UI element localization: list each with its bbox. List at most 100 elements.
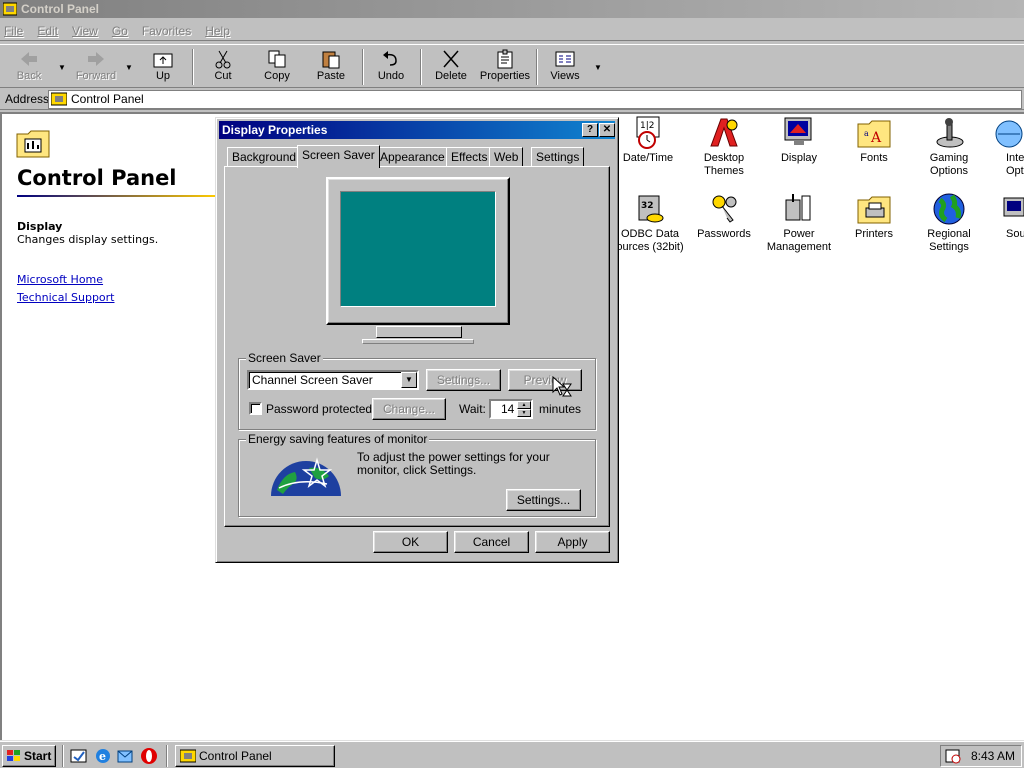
menu-go[interactable]: Go [112,24,128,38]
outlook-express-icon[interactable] [116,747,134,765]
sounds-icon [1003,197,1024,217]
selected-item-name: Display [17,220,63,233]
forward-dropdown-icon[interactable]: ▼ [125,63,133,72]
icon-odbc[interactable]: 32 ODBC Data ources (32bit) [608,192,692,254]
technical-support-link[interactable]: Technical Support [17,291,115,304]
undo-button[interactable]: Undo [368,47,414,87]
monitor-preview [326,177,510,325]
forward-button[interactable]: Forward [72,47,120,87]
date-time-icon: 1|2 [636,116,660,149]
busy-cursor-icon [552,376,572,397]
icon-fonts[interactable]: Aa Fonts [836,116,912,165]
tab-screen-saver[interactable]: Screen Saver [297,145,380,168]
chevron-down-icon[interactable]: ▼ [401,372,417,388]
wait-label: Wait: [459,402,486,416]
delete-button[interactable]: Delete [428,47,474,87]
delete-x-icon [443,50,459,68]
energy-group-label: Energy saving features of monitor [246,432,430,446]
forward-arrow-icon [88,52,104,66]
display-icon [784,117,812,145]
spinner-buttons[interactable]: ▲ ▼ [517,401,531,417]
copy-icon [268,50,286,68]
screen-saver-select[interactable]: Channel Screen Saver ▼ [247,370,419,390]
icon-internet-options[interactable]: Inter Opti [986,116,1024,178]
back-dropdown-icon[interactable]: ▼ [58,63,66,72]
address-field[interactable]: Control Panel [48,89,1022,109]
icon-display[interactable]: Display [761,116,837,165]
dialog-titlebar[interactable]: Display Properties ? ✕ [219,121,615,139]
wait-value: 14 [501,402,515,416]
title-divider [17,195,217,197]
address-bar: Address Control Panel [0,89,1024,110]
tab-effects[interactable]: Effects [446,147,493,167]
tab-appearance[interactable]: Appearance [375,147,450,167]
control-panel-icon [3,2,17,16]
paste-button[interactable]: Paste [308,47,354,87]
password-protected-label[interactable]: Password protected [266,402,372,416]
windows-logo-icon [7,750,20,761]
menu-view[interactable]: View [72,24,98,38]
cut-button[interactable]: Cut [200,47,246,87]
views-button[interactable]: Views [542,47,588,87]
monitor-base [362,339,474,344]
scheduler-icon[interactable] [945,748,961,764]
control-panel-icon [180,749,196,763]
up-button[interactable]: Up [140,47,186,87]
views-dropdown-icon[interactable]: ▼ [594,63,602,72]
wait-minutes-spinner[interactable]: 14 ▲ ▼ [489,399,533,419]
properties-icon [497,49,513,69]
task-control-panel[interactable]: Control Panel [175,745,335,767]
svg-text:a: a [864,129,869,138]
up-folder-icon [153,53,173,68]
copy-button[interactable]: Copy [254,47,300,87]
screensaver-settings-button[interactable]: Settings... [426,369,501,391]
energy-description: To adjust the power settings for your mo… [357,450,550,477]
icon-date-time[interactable]: 1|2 Date/Time [610,116,686,165]
icon-printers[interactable]: Printers [836,192,912,241]
icon-sounds[interactable]: Sou [986,192,1024,241]
show-desktop-icon[interactable] [70,747,88,765]
opera-icon[interactable] [140,747,158,765]
microsoft-home-link[interactable]: Microsoft Home [17,273,103,286]
window-titlebar[interactable]: Control Panel [0,0,1024,18]
screen-saver-group-label: Screen Saver [246,351,323,365]
password-protected-checkbox[interactable] [249,402,262,415]
icon-gaming-options[interactable]: Gaming Options [911,116,987,178]
views-icon [555,51,575,67]
minutes-label: minutes [539,402,582,416]
icon-label: Desktop Themes [703,152,745,177]
menu-file[interactable]: File [4,24,23,38]
help-button[interactable]: ? [582,123,598,137]
icon-passwords[interactable]: Passwords [686,192,762,241]
back-button[interactable]: Back [6,47,52,87]
gaming-options-icon [936,118,964,148]
menu-edit[interactable]: Edit [37,24,58,38]
address-value: Control Panel [71,92,144,106]
menu-favorites[interactable]: Favorites [142,24,191,38]
apply-button[interactable]: Apply [535,531,610,553]
ok-button[interactable]: OK [373,531,448,553]
spin-down-icon[interactable]: ▼ [517,409,531,417]
icon-power-management[interactable]: Power Management [761,192,837,254]
tab-web[interactable]: Web [489,147,524,167]
paste-icon [322,51,340,69]
change-password-button[interactable]: Change... [372,398,446,420]
tab-settings[interactable]: Settings [531,147,585,167]
control-panel-icon [51,92,67,106]
printers-icon [857,196,891,224]
cancel-button[interactable]: Cancel [454,531,529,553]
start-button[interactable]: Start [2,745,56,767]
start-label: Start [24,749,52,763]
tab-background[interactable]: Background [227,147,302,167]
menu-help[interactable]: Help [205,24,230,38]
icon-desktop-themes[interactable]: Desktop Themes [686,116,762,178]
clock[interactable]: 8:43 AM [971,749,1015,763]
task-label: Control Panel [199,749,272,763]
spin-up-icon[interactable]: ▲ [517,401,531,409]
properties-button[interactable]: Properties [478,47,532,87]
energy-settings-button[interactable]: Settings... [506,489,581,511]
control-panel-folder-icon [16,130,50,158]
close-icon[interactable]: ✕ [599,123,615,137]
icon-regional-settings[interactable]: Regional Settings [911,192,987,254]
internet-explorer-icon[interactable]: e [94,747,112,765]
